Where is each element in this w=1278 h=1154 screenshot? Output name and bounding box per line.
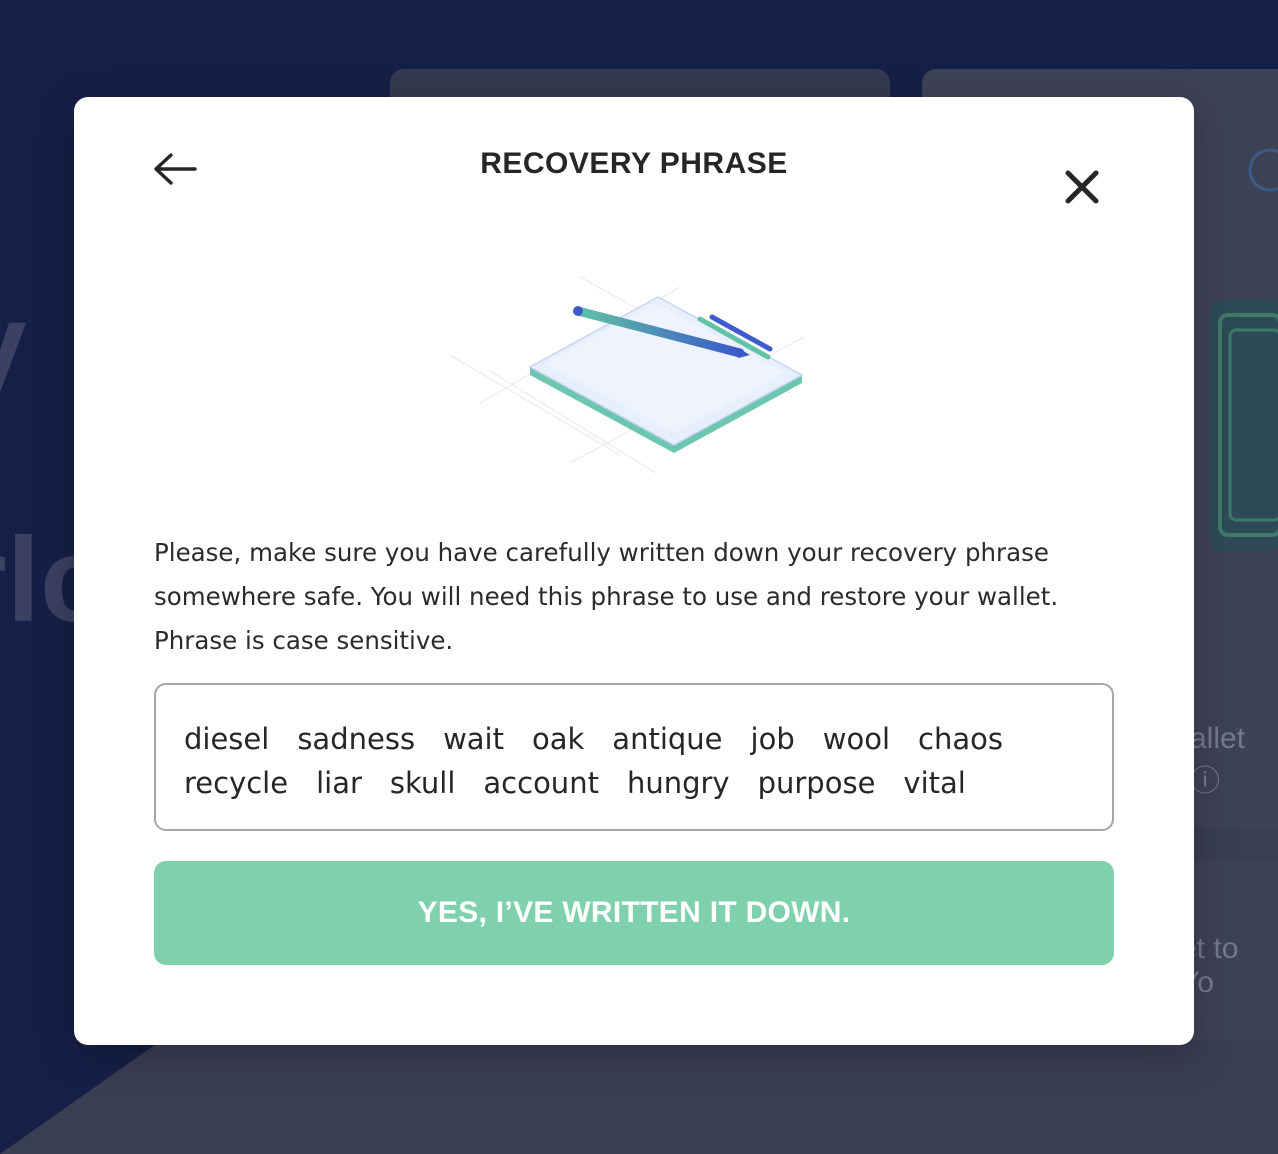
background-hero-text: y <box>0 285 27 405</box>
background-card-label: et to Yo <box>1180 932 1239 999</box>
close-button[interactable] <box>1058 163 1106 211</box>
phrase-word: wait <box>443 722 504 756</box>
confirm-written-down-button[interactable]: YES, I’VE WRITTEN IT DOWN. <box>154 861 1114 965</box>
phrase-word: job <box>750 722 795 756</box>
phrase-word: oak <box>531 722 585 756</box>
phrase-word: vital <box>903 766 966 800</box>
phrase-word: diesel <box>184 722 270 756</box>
phrase-word: wool <box>822 722 890 756</box>
modal-title: RECOVERY PHRASE <box>480 147 788 180</box>
phrase-word: liar <box>316 766 362 800</box>
phrase-word: hungry <box>626 766 730 800</box>
phrase-word: sadness <box>297 722 416 756</box>
phrase-word: account <box>483 766 599 800</box>
phrase-word: purpose <box>757 766 876 800</box>
phrase-word: chaos <box>918 722 1003 756</box>
background-wallet-label: allet ⓘ <box>1190 722 1246 798</box>
recovery-phrase-box: diesel sadness wait oak antique job wool chaos r… <box>154 683 1114 831</box>
phrase-word: skull <box>389 766 456 800</box>
close-icon <box>1065 170 1099 204</box>
notebook-pen-illustration <box>450 276 805 474</box>
phrase-word: antique <box>612 722 723 756</box>
recovery-instructions: Please, make sure you have carefully wri… <box>154 538 1059 655</box>
recovery-phrase-modal: RECOVERY PHRASE Please, make sure you ha… <box>74 97 1194 1045</box>
phrase-word: recycle <box>184 766 289 800</box>
wallet-illustration-icon <box>1210 148 1278 550</box>
